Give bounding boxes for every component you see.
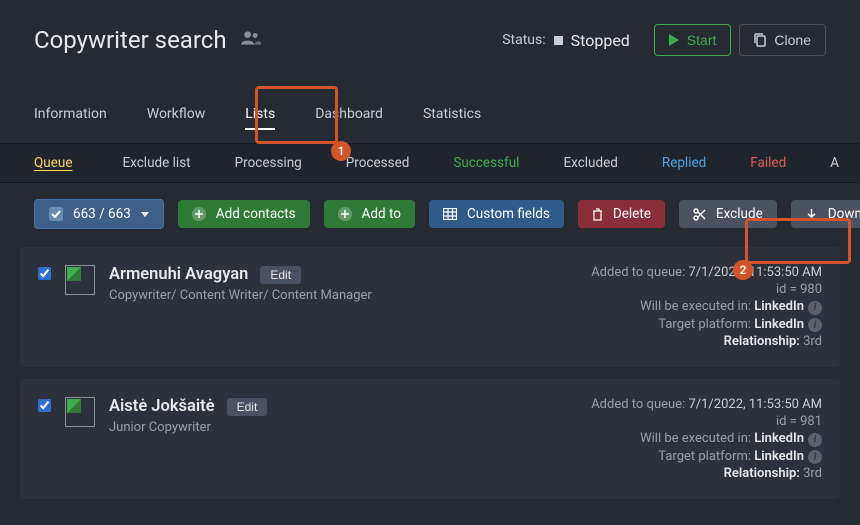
- selection-counter[interactable]: 663 / 663: [34, 199, 164, 229]
- broken-image-icon: [67, 267, 81, 281]
- plus-circle-icon: [192, 207, 206, 221]
- avatar: [65, 265, 95, 295]
- contact-card: Aistė Jokšaitė Edit Junior Copywriter Ad…: [20, 379, 840, 499]
- added-label: Added to queue:: [591, 397, 685, 412]
- execute-label: Will be executed in:: [640, 299, 751, 314]
- id-line: id = 981: [591, 414, 822, 429]
- download-button[interactable]: Download: [791, 200, 860, 228]
- info-icon[interactable]: i: [808, 318, 822, 332]
- exclude-button[interactable]: Exclude: [679, 200, 777, 228]
- info-icon[interactable]: i: [808, 450, 822, 464]
- plus-circle-icon: [338, 207, 352, 221]
- clone-button[interactable]: Clone: [739, 24, 826, 56]
- contact-name[interactable]: Aistė Jokšaitė: [109, 397, 215, 416]
- added-label: Added to queue:: [591, 265, 685, 280]
- select-all-checkbox-icon: [49, 207, 63, 221]
- grid-icon: [443, 208, 457, 220]
- id-line: id = 980: [591, 282, 822, 297]
- row-checkbox[interactable]: [38, 399, 51, 412]
- contact-name[interactable]: Armenuhi Avagyan: [109, 265, 248, 284]
- page-title: Copywriter search: [34, 26, 227, 54]
- filter-processed[interactable]: Processed: [324, 155, 432, 171]
- scissors-icon: [693, 208, 706, 221]
- execute-label: Will be executed in:: [640, 431, 751, 446]
- added-value: 7/1/2022, 11:53:50 AM: [688, 265, 822, 280]
- row-checkbox[interactable]: [38, 267, 51, 280]
- status-label: Status:: [502, 32, 545, 48]
- custom-fields-button[interactable]: Custom fields: [429, 200, 564, 228]
- tab-information[interactable]: Information: [34, 96, 107, 142]
- info-icon[interactable]: i: [808, 433, 822, 447]
- avatar: [65, 397, 95, 427]
- trash-icon: [592, 208, 603, 221]
- relation-label: Relationship:: [724, 334, 800, 349]
- filter-all-truncated[interactable]: A: [808, 155, 860, 171]
- filter-processing[interactable]: Processing: [213, 155, 324, 171]
- added-value: 7/1/2022, 11:53:50 AM: [688, 397, 822, 412]
- status-value: Stopped: [571, 31, 630, 50]
- contact-subtitle: Copywriter/ Content Writer/ Content Mana…: [109, 288, 577, 303]
- filter-excluded[interactable]: Excluded: [541, 155, 639, 171]
- edit-button[interactable]: Edit: [260, 266, 301, 284]
- target-value: LinkedIn: [754, 317, 804, 332]
- info-icon[interactable]: i: [808, 301, 822, 315]
- edit-button[interactable]: Edit: [227, 398, 268, 416]
- play-icon: [669, 34, 679, 46]
- execute-value: LinkedIn: [754, 299, 804, 314]
- tab-statistics[interactable]: Statistics: [423, 96, 481, 142]
- filter-failed[interactable]: Failed: [728, 155, 808, 171]
- target-value: LinkedIn: [754, 449, 804, 464]
- start-button[interactable]: Start: [654, 24, 732, 56]
- delete-button[interactable]: Delete: [578, 200, 665, 228]
- add-to-button[interactable]: Add to: [324, 200, 415, 228]
- download-icon: [805, 208, 818, 221]
- add-contacts-button[interactable]: Add contacts: [178, 200, 310, 228]
- copy-icon: [754, 33, 766, 47]
- relation-value: 3rd: [803, 334, 822, 349]
- relation-value: 3rd: [803, 466, 822, 481]
- filter-exclude-list[interactable]: Exclude list: [101, 155, 213, 171]
- filter-successful[interactable]: Successful: [431, 155, 541, 171]
- execute-value: LinkedIn: [754, 431, 804, 446]
- tab-dashboard[interactable]: Dashboard: [315, 96, 383, 142]
- tab-workflow[interactable]: Workflow: [147, 96, 206, 142]
- filter-replied[interactable]: Replied: [640, 155, 728, 171]
- people-icon: [241, 31, 261, 49]
- filter-queue[interactable]: Queue: [34, 155, 101, 171]
- target-label: Target platform:: [658, 449, 751, 464]
- broken-image-icon: [67, 399, 81, 413]
- chevron-down-icon: [141, 212, 149, 217]
- contact-subtitle: Junior Copywriter: [109, 420, 577, 435]
- stopped-icon: [554, 36, 563, 45]
- contact-card: Armenuhi Avagyan Edit Copywriter/ Conten…: [20, 247, 840, 367]
- relation-label: Relationship:: [724, 466, 800, 481]
- tab-lists[interactable]: Lists: [245, 96, 275, 142]
- target-label: Target platform:: [658, 317, 751, 332]
